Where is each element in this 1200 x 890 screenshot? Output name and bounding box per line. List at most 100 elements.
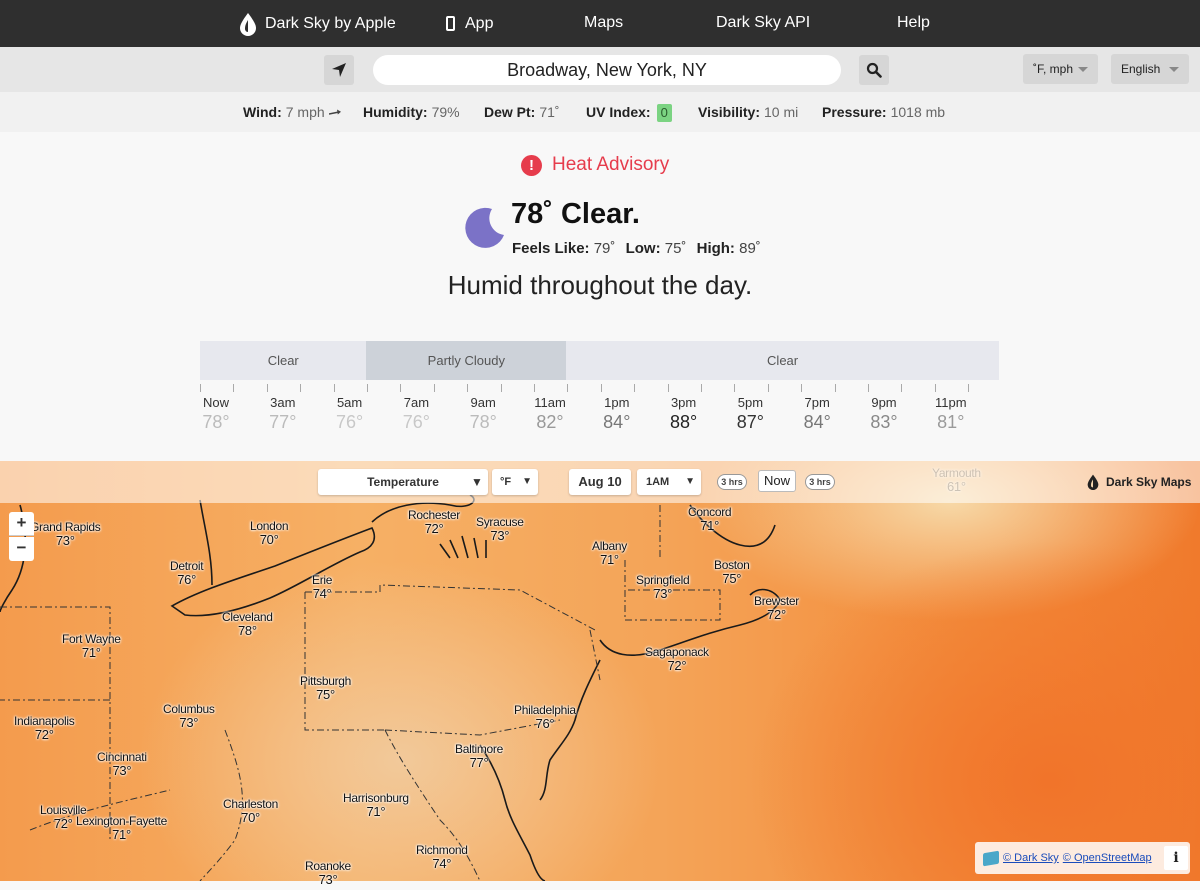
map-forward-3hrs-button[interactable]: 3 hrs (805, 474, 835, 490)
units-dropdown-value: ˚F, mph (1033, 62, 1074, 76)
city-temperature: 78° (237, 623, 257, 638)
nav-api-link[interactable]: Dark Sky API (716, 0, 810, 47)
conditions-stats: Wind: 7 mph Humidity: 79% Dew Pt: 71˚ UV In… (0, 92, 1200, 132)
hour-label: 3am (270, 395, 296, 410)
chevron-down-icon: ▼ (522, 476, 532, 487)
hour-column[interactable]: 7am 76° (391, 395, 441, 433)
zoom-in-button[interactable]: + (9, 512, 34, 536)
stat-wind-label: Wind: (243, 104, 282, 120)
city-temperature: 71° (366, 804, 386, 819)
city-temperature: 74° (432, 856, 452, 871)
stat-dew-value: 71˚ (539, 104, 560, 120)
alert-title: Heat Advisory (552, 154, 670, 175)
location-search-input[interactable]: Broadway, New York, NY (373, 55, 841, 85)
hour-column[interactable]: 9am 78° (458, 395, 508, 433)
hour-column[interactable]: 1pm 84° (592, 395, 642, 433)
language-dropdown[interactable]: English (1111, 54, 1189, 84)
map-city-label: Rochester 72° (408, 508, 460, 536)
zoom-out-button[interactable]: − (9, 537, 34, 561)
hour-column[interactable]: 3am 77° (258, 395, 308, 433)
timeline-tick (667, 384, 669, 392)
city-name: Baltimore (455, 742, 503, 756)
map-back-3hrs-button[interactable]: 3 hrs (717, 474, 747, 490)
map-city-label: Philadelphia 76° (514, 703, 576, 731)
stat-pressure-value: 1018 mb (890, 104, 946, 120)
stat-pressure-label: Pressure: (822, 104, 887, 120)
timeline-tick (534, 384, 535, 392)
hour-temperature: 76° (402, 412, 430, 432)
high-label: High: (696, 240, 735, 257)
timeline-tick (200, 384, 201, 392)
map-date-button[interactable]: Aug 10 (569, 469, 631, 495)
hour-column[interactable]: Now 78° (191, 395, 241, 433)
map-time-select[interactable]: 1AM ▼ (637, 469, 701, 495)
map-city-label: Charleston 70° (223, 797, 278, 825)
feels-like-line: Feels Like: 79˚ Low: 75˚ High: 89˚ (512, 240, 767, 257)
timeline-tick (901, 384, 903, 392)
city-name: Harrisonburg (343, 791, 409, 805)
day-summary: Humid throughout the day. (447, 270, 753, 300)
timeline-ticks (200, 384, 999, 392)
hour-column[interactable]: 7pm 84° (792, 395, 842, 433)
nav-brand-label: Dark Sky by Apple (265, 15, 396, 32)
city-name: Philadelphia (514, 703, 576, 717)
weather-map[interactable] (0, 461, 1200, 881)
city-name: Albany (592, 539, 627, 553)
search-button[interactable] (859, 55, 889, 85)
hour-column[interactable]: 3pm 88° (659, 395, 709, 433)
city-name: London (250, 519, 289, 533)
nav-maps-link[interactable]: Maps (584, 0, 623, 47)
nav-app-link[interactable]: App (446, 0, 493, 47)
search-icon (866, 62, 882, 78)
stat-humidity-label: Humidity: (363, 104, 428, 120)
chevron-down-icon[interactable]: ▼ (466, 469, 488, 495)
stat-wind: Wind: 7 mph (243, 92, 341, 132)
city-temperature: 77° (469, 755, 489, 770)
units-dropdown[interactable]: ˚F, mph (1023, 54, 1098, 84)
darksky-attribution-link[interactable]: © Dark Sky (1003, 852, 1059, 864)
heat-advisory-alert[interactable]: ! Heat Advisory (521, 152, 669, 178)
timeline-tick (467, 384, 469, 392)
hour-temperature: 87° (736, 412, 764, 432)
hourly-timeline-bar[interactable]: Clear Partly Cloudy Clear (200, 341, 999, 380)
hour-temperature: 83° (870, 412, 898, 432)
feels-like-value: 79˚ (593, 240, 616, 257)
stat-visibility-value: 10 mi (763, 104, 799, 120)
map-city-label: Erie 74° (312, 573, 332, 601)
hour-temperature: 78° (469, 412, 497, 432)
hour-column[interactable]: 5pm 87° (725, 395, 775, 433)
map-city-label: Pittsburgh 75° (300, 674, 351, 702)
map-now-button[interactable]: Now (758, 470, 796, 492)
low-value: 75˚ (664, 240, 687, 257)
nav-brand-link[interactable]: Dark Sky by Apple (238, 0, 396, 47)
moon-icon (465, 207, 504, 248)
timeline-tick (233, 384, 235, 392)
hour-column[interactable]: 9pm 83° (859, 395, 909, 433)
timeline-tick (300, 384, 302, 392)
map-city-label: Cleveland 78° (222, 610, 273, 638)
map-info-button[interactable]: i (1164, 846, 1188, 870)
map-city-label: Baltimore 77° (455, 742, 503, 770)
hour-label: 5am (336, 395, 363, 410)
map-unit-select[interactable]: °F ▼ (492, 469, 538, 495)
hour-column[interactable]: 11am 82° (525, 395, 575, 433)
hour-column[interactable]: 5am 76° (325, 395, 375, 433)
map-city-label: Indianapolis 72° (14, 714, 75, 742)
nav-help-link[interactable]: Help (897, 0, 930, 47)
locate-button[interactable] (324, 55, 354, 85)
city-name: Sagaponack (645, 645, 709, 659)
stat-humidity: Humidity: 79% (363, 92, 460, 132)
map-city-label: Grand Rapids 73° (30, 520, 101, 548)
timeline-tick (734, 384, 736, 392)
dark-sky-maps-link[interactable]: Dark Sky Maps (1086, 461, 1191, 503)
map-city-label: Lexington-Fayette 71° (76, 814, 167, 842)
stat-uv-label: UV Index: (586, 104, 651, 120)
city-temperature: 76° (535, 716, 555, 731)
hour-temperature: 82° (536, 412, 564, 432)
hour-column[interactable]: 11pm 81° (926, 395, 976, 433)
timeline-tick (701, 384, 702, 392)
stat-dew-label: Dew Pt: (484, 104, 536, 120)
city-name: Fort Wayne (62, 632, 121, 646)
map-layer-select[interactable]: Temperature (318, 469, 488, 495)
osm-attribution-link[interactable]: © OpenStreetMap (1063, 852, 1152, 864)
